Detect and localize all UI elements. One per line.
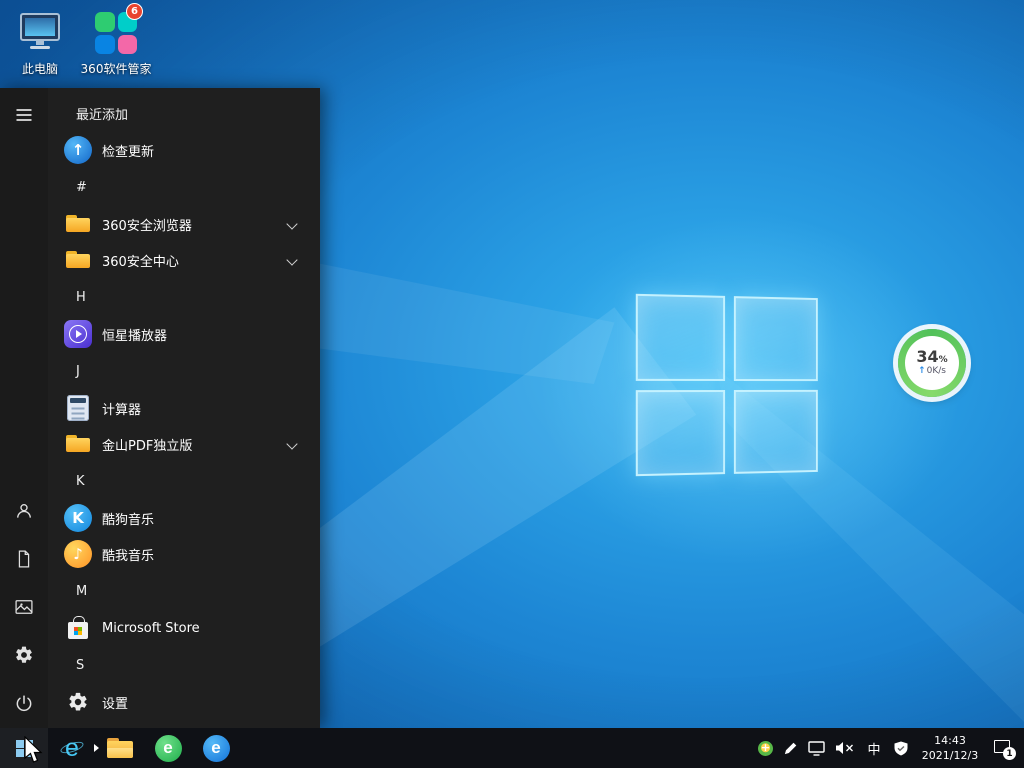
folder-icon xyxy=(64,246,92,274)
app-label: 设置 xyxy=(102,693,128,712)
logo-pane xyxy=(636,294,725,381)
start-app-settings[interactable]: 设置 xyxy=(48,684,320,720)
app-label: 360安全浏览器 xyxy=(102,215,192,234)
this-pc-icon xyxy=(17,10,63,56)
settings-button[interactable] xyxy=(4,635,44,675)
section-header-recent: 最近添加 xyxy=(48,94,320,132)
video-player-icon xyxy=(64,320,92,348)
desktop-icon-label: 此电脑 xyxy=(22,60,58,77)
calculator-icon xyxy=(64,394,92,422)
taskbar-blue-browser-button[interactable]: e xyxy=(192,728,240,768)
desktop-icon-label: 360软件管家 xyxy=(81,60,152,77)
start-app-kuwo-music[interactable]: 酷我音乐 xyxy=(48,536,320,572)
pictures-button[interactable] xyxy=(4,587,44,627)
section-header-k[interactable]: K xyxy=(48,462,320,500)
start-app-check-updates[interactable]: 检查更新 xyxy=(48,132,320,168)
app-label: Microsoft Store xyxy=(102,621,200,636)
app-label: 360安全中心 xyxy=(102,251,179,270)
start-app-hengxing-player[interactable]: 恒星播放器 xyxy=(48,316,320,352)
app-label: 酷我音乐 xyxy=(102,545,154,564)
ms-logo xyxy=(74,627,82,635)
taskbar-green-browser-button[interactable]: e xyxy=(144,728,192,768)
volume-muted-icon[interactable] xyxy=(835,741,854,755)
microsoft-store-icon xyxy=(64,614,92,642)
start-app-microsoft-store[interactable]: Microsoft Store xyxy=(48,610,320,646)
logo-pane xyxy=(636,390,725,477)
app-label: 金山PDF独立版 xyxy=(102,435,192,454)
section-header-j[interactable]: J xyxy=(48,352,320,390)
start-menu-rail xyxy=(0,88,48,728)
ime-indicator[interactable]: 中 xyxy=(864,739,884,758)
taskbar-clock[interactable]: 14:43 2021/12/3 xyxy=(918,733,982,764)
notification-count-badge: 1 xyxy=(1003,747,1016,760)
desktop: 此电脑 6 360软件管家 34% 0K/s xyxy=(0,0,1024,768)
user-button[interactable] xyxy=(4,491,44,531)
start-menu: 最近添加 检查更新 # 360安全浏览器 360安全中心 H 恒星播放器 xyxy=(0,88,320,728)
section-header-h[interactable]: H xyxy=(48,278,320,316)
taskbar-file-explorer-button[interactable] xyxy=(96,728,144,768)
power-button[interactable] xyxy=(4,684,44,724)
windows-security-shield-icon[interactable] xyxy=(894,741,908,756)
action-center-icon[interactable]: 1 xyxy=(992,738,1014,758)
chevron-down-icon[interactable] xyxy=(286,254,297,265)
app-label: 计算器 xyxy=(102,399,141,418)
upload-speed: 0K/s xyxy=(918,365,946,378)
speed-ball-face: 34% 0K/s xyxy=(905,336,959,390)
windows-logo-icon xyxy=(16,740,33,757)
start-app-list: 最近添加 检查更新 # 360安全浏览器 360安全中心 H 恒星播放器 xyxy=(48,88,320,728)
documents-button[interactable] xyxy=(4,539,44,579)
app-label: 检查更新 xyxy=(102,141,154,160)
clock-time: 14:43 xyxy=(918,733,982,748)
system-tray: 中 14:43 2021/12/3 1 xyxy=(758,728,1024,768)
desktop-icon-360-software-manager[interactable]: 6 360软件管家 xyxy=(80,10,152,77)
internet-explorer-icon: e xyxy=(65,736,79,761)
blue-browser-icon: e xyxy=(203,735,230,762)
start-app-calculator[interactable]: 计算器 xyxy=(48,390,320,426)
chevron-down-icon[interactable] xyxy=(286,438,297,449)
start-app-360-security-center[interactable]: 360安全中心 xyxy=(48,242,320,278)
app-label: 酷狗音乐 xyxy=(102,509,154,528)
green-browser-icon: e xyxy=(155,735,182,762)
taskbar: e e e 中 xyxy=(0,728,1024,768)
chevron-down-icon[interactable] xyxy=(286,218,297,229)
app-label: 恒星播放器 xyxy=(102,325,167,344)
memory-percent: 34% xyxy=(916,349,947,365)
start-app-shouxin-ime[interactable]: 手心输入法 xyxy=(48,720,320,728)
windows-wallpaper-logo xyxy=(636,294,818,476)
update-icon xyxy=(64,136,92,164)
section-header-s[interactable]: S xyxy=(48,646,320,684)
display-icon[interactable] xyxy=(808,741,825,756)
start-app-kugou-music[interactable]: 酷狗音乐 xyxy=(48,500,320,536)
360-speedup-tray-icon[interactable] xyxy=(758,741,773,756)
taskbar-internet-explorer-button[interactable]: e xyxy=(48,728,96,768)
notification-badge: 6 xyxy=(126,3,143,20)
section-header-hash[interactable]: # xyxy=(48,168,320,206)
start-app-360-browser[interactable]: 360安全浏览器 xyxy=(48,206,320,242)
folder-icon xyxy=(64,210,92,238)
360-speed-ball-widget[interactable]: 34% 0K/s xyxy=(898,329,966,397)
logo-pane xyxy=(733,296,817,381)
start-button[interactable] xyxy=(0,728,48,768)
pen-ink-icon[interactable] xyxy=(783,741,798,756)
360-software-manager-icon: 6 xyxy=(93,10,139,56)
section-header-m[interactable]: M xyxy=(48,572,320,610)
folder-icon xyxy=(64,430,92,458)
desktop-icon-this-pc[interactable]: 此电脑 xyxy=(8,10,72,77)
logo-pane xyxy=(733,389,817,474)
clock-date: 2021/12/3 xyxy=(918,748,982,763)
file-explorer-icon xyxy=(107,738,133,758)
kugou-music-icon xyxy=(64,504,92,532)
start-app-kingsoft-pdf[interactable]: 金山PDF独立版 xyxy=(48,426,320,462)
gear-icon xyxy=(64,688,92,716)
kuwo-music-icon xyxy=(64,540,92,568)
hamburger-menu-button[interactable] xyxy=(4,95,44,135)
folder-front xyxy=(107,748,133,758)
